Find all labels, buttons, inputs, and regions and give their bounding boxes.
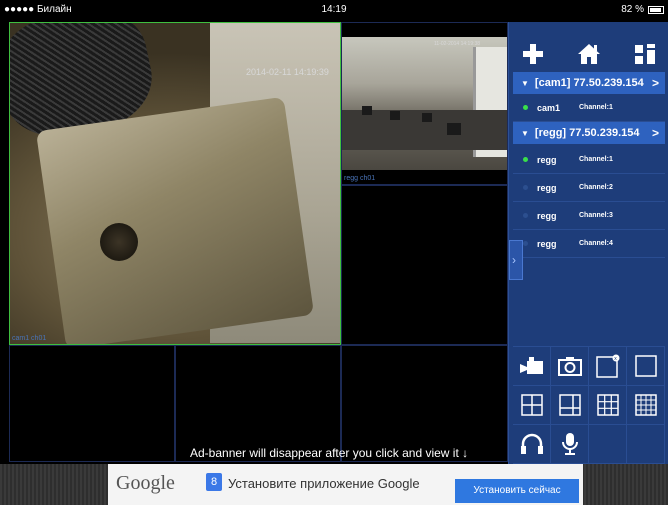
video-timestamp: 11-02-2014 14:19:38	[434, 41, 481, 47]
chevron-right-icon[interactable]: >	[652, 72, 659, 94]
channel-device-name: regg	[537, 211, 557, 221]
control-grid: x	[513, 346, 665, 464]
channel-label: Channel:1	[579, 156, 613, 163]
ad-banner[interactable]: Google 8 Установите приложение Google Ус…	[0, 464, 668, 505]
channel-label: Channel:1	[579, 104, 613, 111]
video-timestamp: 2014-02-11 14:19:39	[246, 67, 329, 77]
status-dot-offline	[523, 185, 528, 190]
video-tile-empty[interactable]	[341, 185, 508, 345]
caret-down-icon: ▼	[521, 79, 529, 88]
grid-1-3-icon	[558, 394, 581, 416]
snapshot-button[interactable]	[551, 347, 589, 386]
channel-device-name: regg	[537, 155, 557, 165]
panel-toolbar	[513, 36, 665, 72]
channel-label: Channel:2	[579, 184, 613, 191]
add-device-button[interactable]	[519, 40, 547, 68]
tile-label: regg ch01	[344, 175, 376, 182]
close-view-button[interactable]: x	[589, 347, 627, 386]
single-view-button[interactable]	[627, 347, 665, 386]
caret-down-icon: ▼	[521, 129, 529, 138]
ad-banner-notice: Ad-banner will disappear after you click…	[190, 446, 469, 460]
video-grid: 2014-02-11 14:19:39 cam1 ch01 11-02-2014…	[9, 22, 508, 462]
video-tile-regg-ch01[interactable]: 11-02-2014 14:19:38 regg ch01	[341, 22, 508, 185]
camera-feed-image	[342, 37, 507, 170]
settings-icon	[635, 44, 655, 64]
device-title: [cam1] 77.50.239.154	[534, 77, 644, 89]
microphone-icon	[561, 433, 578, 455]
close-view-icon: x	[595, 354, 619, 378]
status-dot-online	[523, 157, 528, 162]
channel-label: Channel:4	[579, 240, 613, 247]
google-logo: Google	[116, 472, 175, 494]
grid-3x3-button[interactable]	[589, 386, 627, 425]
control-empty	[627, 425, 665, 464]
channel-row[interactable]: regg Channel:2	[513, 174, 665, 202]
grid-3x3-icon	[596, 394, 619, 416]
ad-text: Установите приложение Google	[228, 476, 420, 491]
battery-percent: 82 %	[621, 4, 644, 15]
channel-row[interactable]: regg Channel:4	[513, 230, 665, 258]
single-view-icon	[634, 355, 657, 377]
add-icon	[523, 44, 543, 64]
channel-device-name: regg	[537, 183, 557, 193]
status-dot-offline	[523, 213, 528, 218]
grid-2x2-icon	[520, 394, 543, 416]
tile-label: cam1 ch01	[12, 335, 47, 342]
home-button[interactable]	[575, 40, 603, 68]
grid-1-3-button[interactable]	[551, 386, 589, 425]
headphones-icon	[520, 433, 543, 454]
grid-4x4-button[interactable]	[627, 386, 665, 425]
chevron-right-icon[interactable]: >	[652, 122, 659, 144]
channel-device-name: cam1	[537, 103, 561, 113]
record-icon	[519, 357, 543, 374]
status-dot-offline	[523, 241, 528, 246]
battery-icon	[648, 6, 664, 14]
talk-button[interactable]	[551, 425, 589, 464]
video-tile-empty[interactable]	[175, 345, 341, 462]
device-row-cam1[interactable]: ▼ [cam1] 77.50.239.154 >	[513, 72, 665, 94]
record-button[interactable]	[513, 347, 551, 386]
install-now-button[interactable]: Установить сейчас	[455, 479, 579, 503]
ad-content[interactable]: Google 8 Установите приложение Google Ус…	[108, 464, 583, 505]
video-tile-empty[interactable]	[341, 345, 508, 462]
google-app-icon: 8	[206, 473, 222, 491]
chevron-right-icon: ›	[512, 253, 516, 267]
snapshot-icon	[557, 357, 582, 376]
device-panel: ▼ [cam1] 77.50.239.154 > cam1 Channel:1 ▼…	[508, 22, 668, 464]
channel-row[interactable]: regg Channel:3	[513, 202, 665, 230]
home-icon	[578, 44, 600, 64]
grid-4x4-icon	[634, 394, 657, 416]
grid-2x2-button[interactable]	[513, 386, 551, 425]
video-tile-cam1[interactable]: 2014-02-11 14:19:39 cam1 ch01	[9, 22, 341, 345]
audio-button[interactable]	[513, 425, 551, 464]
clock: 14:19	[321, 4, 347, 15]
channel-label: Channel:3	[579, 212, 613, 219]
video-tile-empty[interactable]	[9, 345, 175, 462]
channel-row[interactable]: cam1 Channel:1	[513, 94, 665, 122]
settings-button[interactable]	[631, 40, 659, 68]
device-title: [regg] 77.50.239.154	[534, 127, 640, 139]
channel-row[interactable]: regg Channel:1	[513, 146, 665, 174]
device-row-regg[interactable]: ▼ [regg] 77.50.239.154 >	[513, 122, 665, 144]
status-bar: ●●●●● Билайн 14:19 82 %	[0, 0, 668, 20]
panel-collapse-handle[interactable]: ›	[509, 240, 523, 280]
status-dot-online	[523, 105, 528, 110]
control-empty	[589, 425, 627, 464]
channel-device-name: regg	[537, 239, 557, 249]
